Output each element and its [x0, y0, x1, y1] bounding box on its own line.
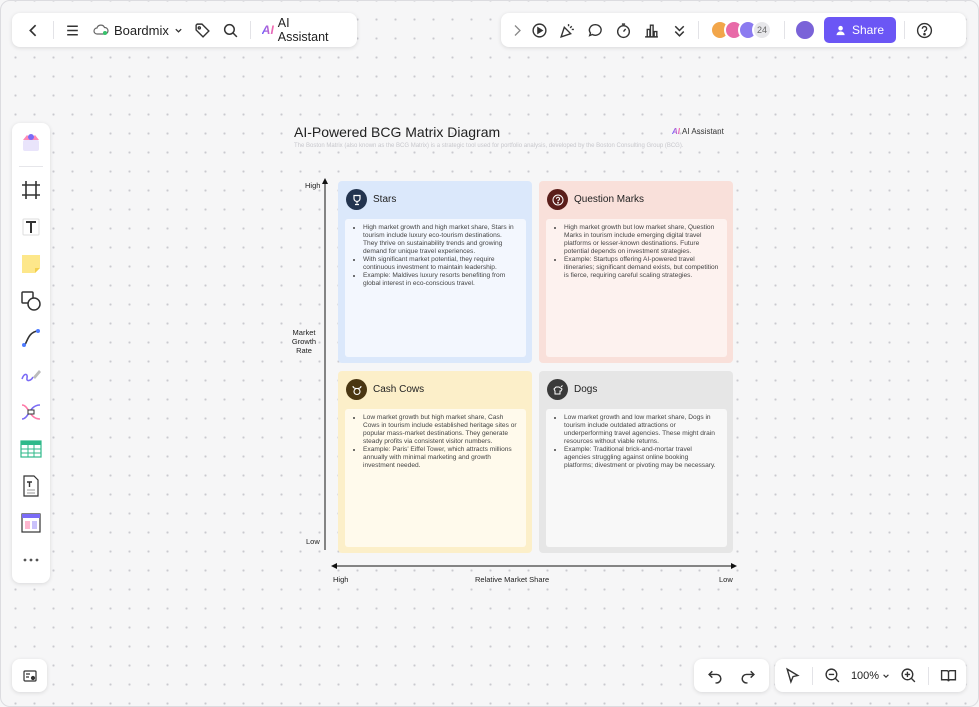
quadrant-dogs[interactable]: Dogs Low market growth and low market sh…	[539, 371, 733, 553]
quadrant-title: Cash Cows	[373, 384, 425, 395]
zoom-level-dropdown[interactable]: 100%	[848, 670, 893, 682]
vote-icon[interactable]	[637, 16, 665, 44]
text-icon[interactable]	[16, 213, 46, 241]
share-button[interactable]: Share	[824, 17, 897, 43]
quadrant-body: High market growth but low market share,…	[546, 219, 727, 357]
undo-icon[interactable]	[702, 662, 730, 690]
pen-icon[interactable]	[16, 361, 46, 389]
list-item: High market growth but low market share,…	[564, 224, 719, 256]
list-item: Example: Maldives luxury resorts benefit…	[363, 272, 518, 288]
question-icon	[547, 189, 568, 210]
list-item: With significant market potential, they …	[363, 256, 518, 272]
search-icon[interactable]	[217, 16, 245, 44]
celebrate-icon[interactable]	[553, 16, 581, 44]
y-axis-high: High	[305, 181, 321, 190]
top-right-toolbar: 24 Share	[501, 13, 966, 47]
divider	[904, 21, 906, 39]
collaborators[interactable]: 24	[710, 20, 772, 40]
ai-assistant-button[interactable]: AI AI Assistant	[256, 16, 349, 44]
zoom-in-icon[interactable]	[897, 662, 919, 690]
tools-panel	[12, 123, 50, 583]
menu-icon[interactable]	[59, 16, 87, 44]
divider	[812, 666, 813, 685]
zoom-controls: 100%	[775, 659, 966, 692]
more-tools-icon[interactable]	[16, 546, 46, 574]
cow-icon	[346, 379, 367, 400]
connector-icon[interactable]	[16, 324, 46, 352]
ai-logo-icon: AI	[261, 23, 274, 37]
quadrant-title: Dogs	[574, 384, 598, 395]
chevron-down-icon	[175, 28, 182, 33]
share-label: Share	[852, 23, 885, 37]
quadrant-cash-cows[interactable]: Cash Cows Low market growth but high mar…	[338, 371, 532, 553]
help-icon[interactable]	[910, 16, 938, 44]
shapes-icon[interactable]	[16, 287, 46, 315]
mind-map-icon[interactable]	[16, 398, 46, 426]
y-axis-low: Low	[306, 537, 320, 546]
chevron-right-icon[interactable]	[509, 16, 525, 44]
tag-icon[interactable]	[189, 16, 217, 44]
map-icon	[22, 669, 37, 682]
divider	[249, 21, 251, 39]
list-item: Low market growth but high market share,…	[363, 414, 518, 446]
collaborator-count: 24	[752, 20, 772, 40]
quadrant-question-marks[interactable]: Question Marks High market growth but lo…	[539, 181, 733, 363]
chevron-down-icon	[883, 673, 889, 678]
quadrant-body: High market growth and high market share…	[345, 219, 526, 357]
divider	[784, 21, 785, 39]
chevron-double-down-icon[interactable]	[665, 16, 693, 44]
list-item: Example: Startups offering AI-powered tr…	[564, 256, 719, 280]
ai-assistant-label: AI Assistant	[277, 16, 329, 44]
quadrant-title: Question Marks	[574, 194, 645, 205]
pointer-icon[interactable]	[781, 662, 803, 690]
list-item: Example: Paris' Eiffel Tower, which attr…	[363, 446, 518, 470]
back-icon[interactable]	[20, 16, 48, 44]
trophy-icon	[346, 189, 367, 210]
quadrant-title: Stars	[373, 194, 397, 205]
comment-icon[interactable]	[581, 16, 609, 44]
minimap-button[interactable]	[12, 659, 47, 692]
layout-icon[interactable]	[16, 509, 46, 537]
sticky-note-icon[interactable]	[16, 250, 46, 278]
redo-icon[interactable]	[733, 662, 761, 690]
board-name: Boardmix	[113, 22, 169, 38]
divider	[698, 21, 699, 39]
list-item: Low market growth and low market share, …	[564, 414, 719, 446]
history-controls	[694, 659, 769, 692]
timer-icon[interactable]	[609, 16, 637, 44]
table-icon[interactable]	[16, 435, 46, 463]
book-icon[interactable]	[938, 662, 960, 690]
bcg-matrix-diagram[interactable]: AI-Powered BCG Matrix Diagram AI AI Assi…	[285, 118, 745, 588]
x-axis-low: Low	[719, 575, 733, 584]
document-icon[interactable]	[16, 472, 46, 500]
divider	[928, 666, 929, 685]
present-icon[interactable]	[525, 16, 553, 44]
board-name-dropdown[interactable]: Boardmix	[87, 23, 189, 38]
y-axis-label: Market Growth Rate	[291, 328, 317, 355]
list-item: High market growth and high market share…	[363, 224, 518, 256]
zoom-level: 100%	[850, 669, 880, 682]
zoom-out-icon[interactable]	[822, 662, 844, 690]
divider	[52, 21, 54, 39]
quadrant-stars[interactable]: Stars High market growth and high market…	[338, 181, 532, 363]
quadrant-body: Low market growth but high market share,…	[345, 409, 526, 547]
templates-icon[interactable]	[16, 129, 46, 157]
quadrant-body: Low market growth and low market share, …	[546, 409, 727, 547]
list-item: Example: Traditional brick-and-mortar tr…	[564, 446, 719, 470]
x-axis-high: High	[333, 575, 349, 584]
top-left-toolbar: Boardmix AI AI Assistant	[12, 13, 357, 47]
user-avatar[interactable]	[794, 19, 816, 41]
user-plus-icon	[836, 25, 845, 35]
frame-icon[interactable]	[16, 176, 46, 204]
divider	[19, 166, 43, 167]
x-axis-label: Relative Market Share	[475, 575, 550, 584]
cloud-icon	[93, 24, 109, 35]
dog-icon	[547, 379, 568, 400]
